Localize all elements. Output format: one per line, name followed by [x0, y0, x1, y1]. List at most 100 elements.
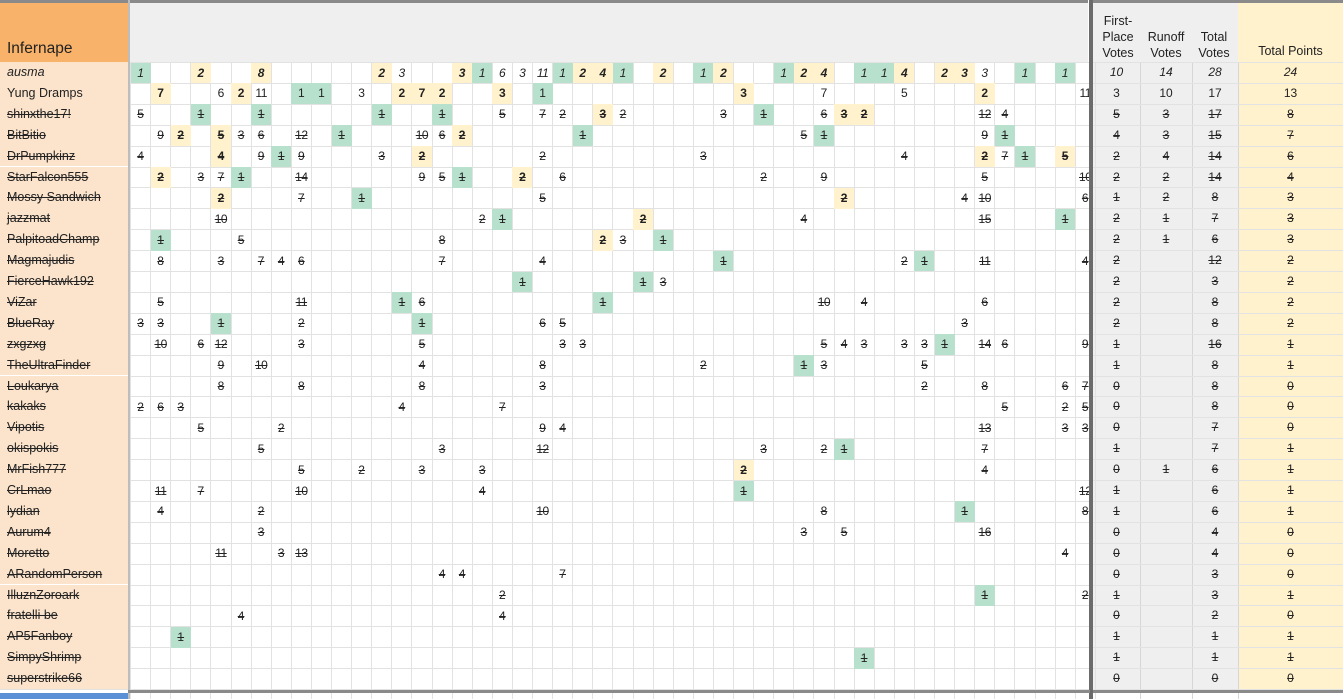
voter-name[interactable]: Mossy Sandwich	[0, 187, 128, 209]
vote-cell[interactable]: 1	[954, 501, 975, 523]
vote-cell[interactable]: 14	[975, 334, 995, 355]
vote-cell[interactable]: 1	[331, 125, 352, 147]
total-votes-cell[interactable]: 0	[1192, 668, 1238, 689]
vote-cell[interactable]: 4	[432, 564, 452, 585]
vote-cell[interactable]: 2	[533, 146, 553, 167]
first-place-votes-cell[interactable]: 2	[1093, 229, 1140, 250]
first-place-votes-cell[interactable]: 0	[1093, 376, 1140, 397]
voter-name[interactable]: ARandomPerson	[0, 563, 128, 585]
vote-cell[interactable]: 2	[814, 439, 834, 460]
vote-cell[interactable]: 3	[533, 376, 553, 397]
vote-cell[interactable]: 1	[612, 62, 633, 84]
runoff-votes-cell[interactable]: 1	[1140, 229, 1192, 250]
vote-cell[interactable]: 1	[834, 438, 855, 460]
vote-cell[interactable]: 3	[954, 62, 975, 84]
total-points-cell[interactable]: 13	[1238, 83, 1343, 104]
total-votes-cell[interactable]: 7	[1192, 438, 1238, 459]
vote-cell[interactable]: 1	[572, 125, 593, 147]
vote-cell[interactable]: 10	[211, 209, 231, 230]
runoff-votes-cell[interactable]	[1140, 564, 1192, 585]
vote-cell[interactable]: 10	[412, 125, 432, 146]
runoff-votes-cell[interactable]	[1140, 501, 1192, 522]
vote-cell[interactable]: 5	[492, 104, 512, 125]
total-points-cell[interactable]: 1	[1238, 626, 1343, 647]
vote-cell[interactable]: 3	[131, 313, 151, 334]
first-place-votes-cell[interactable]: 0	[1093, 459, 1140, 480]
voter-name[interactable]: ViZar	[0, 291, 128, 313]
vote-cell[interactable]: 7	[411, 83, 432, 105]
vote-cell[interactable]: 13	[291, 543, 311, 564]
vote-cell[interactable]: 1	[914, 250, 935, 272]
vote-cell[interactable]: 6	[291, 251, 311, 272]
first-place-votes-cell[interactable]: 2	[1093, 146, 1140, 167]
vote-cell[interactable]: 6	[553, 167, 573, 188]
total-points-cell[interactable]: 0	[1238, 376, 1343, 397]
vote-cell[interactable]: 4	[472, 481, 492, 502]
vote-cell[interactable]: 3	[854, 334, 874, 355]
vote-cell[interactable]: 2	[894, 251, 914, 272]
first-place-votes-cell[interactable]: 1	[1093, 355, 1140, 376]
total-points-cell[interactable]: 2	[1238, 250, 1343, 271]
runoff-votes-cell[interactable]	[1140, 396, 1192, 417]
scroll-indicator[interactable]	[0, 693, 128, 699]
vote-cell[interactable]: 11	[251, 83, 271, 104]
vote-cell[interactable]: 1	[653, 229, 674, 251]
total-points-cell[interactable]: 3	[1238, 208, 1343, 229]
vote-cell[interactable]: 7	[432, 251, 452, 272]
runoff-votes-cell[interactable]	[1140, 647, 1192, 668]
vote-cell[interactable]: 1	[633, 271, 654, 293]
vote-cell[interactable]: 4	[492, 606, 512, 627]
vote-cell[interactable]: 3	[352, 83, 372, 104]
vote-cell[interactable]: 8	[432, 230, 452, 251]
vote-cell[interactable]: 8	[814, 501, 834, 522]
vote-cell[interactable]: 2	[150, 167, 171, 188]
total-points-cell[interactable]: 1	[1238, 480, 1343, 501]
vote-cell[interactable]: 3	[914, 334, 934, 355]
total-votes-cell[interactable]: 3	[1192, 564, 1238, 585]
vote-cell[interactable]: 1	[1055, 208, 1076, 230]
vote-cell[interactable]: 7	[251, 251, 271, 272]
vote-cell[interactable]: 2	[352, 460, 372, 481]
vote-cell[interactable]: 10	[151, 334, 171, 355]
vote-cell[interactable]: 3	[653, 272, 673, 293]
vote-cell[interactable]: 6	[975, 292, 995, 313]
vote-cell[interactable]: 1	[854, 647, 875, 669]
total-points-cell[interactable]: 7	[1238, 125, 1343, 146]
total-votes-cell[interactable]: 7	[1192, 417, 1238, 438]
vote-cell[interactable]: 10	[291, 481, 311, 502]
vote-cell[interactable]: 3	[191, 167, 211, 188]
vote-cell[interactable]: 7	[492, 397, 512, 418]
vote-cell[interactable]: 3	[171, 397, 191, 418]
total-votes-cell[interactable]: 14	[1192, 167, 1238, 188]
vote-cell[interactable]: 4	[151, 501, 171, 522]
header-title-cell[interactable]: Infernape	[0, 0, 128, 62]
vote-cell[interactable]: 5	[914, 355, 934, 376]
vote-cell[interactable]: 1	[733, 480, 754, 502]
vote-cell[interactable]: 4	[834, 334, 854, 355]
vote-cell[interactable]: 1	[170, 626, 191, 648]
vote-cell[interactable]: 4	[894, 62, 915, 84]
vote-cell[interactable]: 4	[955, 188, 975, 209]
vote-cell[interactable]: 3	[834, 104, 855, 126]
total-points-cell[interactable]: 0	[1238, 564, 1343, 585]
vote-cell[interactable]: 1	[371, 104, 392, 126]
vote-cell[interactable]: 3	[251, 522, 271, 543]
vote-cell[interactable]: 2	[131, 397, 151, 418]
runoff-votes-cell[interactable]: 2	[1140, 187, 1192, 208]
first-place-votes-cell[interactable]: 1	[1093, 626, 1140, 647]
vote-cell[interactable]: 3	[955, 313, 975, 334]
total-votes-cell[interactable]: 14	[1192, 146, 1238, 167]
vote-cell[interactable]: 6	[191, 334, 211, 355]
vote-cell[interactable]: 9	[975, 125, 995, 146]
header-total-votes[interactable]: Total Votes	[1191, 29, 1237, 61]
total-votes-cell[interactable]: 8	[1192, 396, 1238, 417]
vote-cell[interactable]: 4	[231, 606, 251, 627]
vote-cell[interactable]: 5	[131, 104, 151, 125]
vote-cell[interactable]: 9	[251, 146, 271, 167]
runoff-votes-cell[interactable]: 1	[1140, 459, 1192, 480]
runoff-votes-cell[interactable]: 2	[1140, 167, 1192, 188]
vote-cell[interactable]: 5	[231, 230, 251, 251]
vote-cell[interactable]: 10	[533, 501, 553, 522]
vote-cell[interactable]: 1	[432, 104, 453, 126]
voter-name[interactable]: Vipotis	[0, 417, 128, 439]
